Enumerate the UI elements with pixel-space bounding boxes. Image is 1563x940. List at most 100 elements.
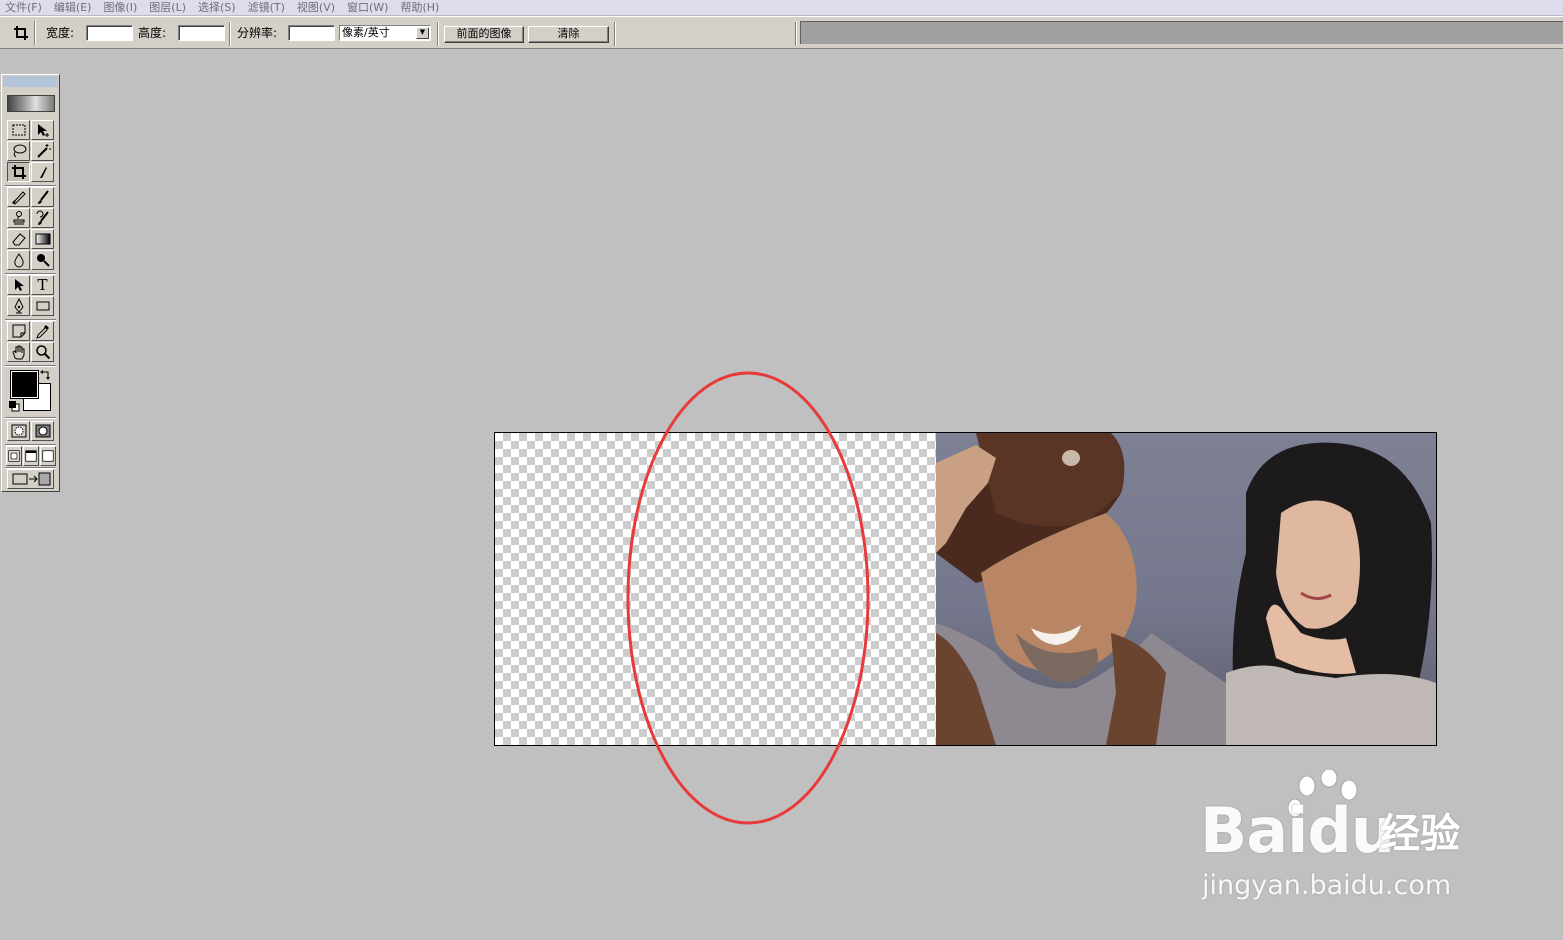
gradient-icon: [35, 233, 50, 245]
quick-mask-icon: [35, 424, 50, 438]
eraser-tool[interactable]: [7, 229, 30, 249]
type-icon: T: [37, 276, 48, 294]
zoom-icon: [35, 345, 50, 360]
foreground-color-swatch[interactable]: [11, 371, 38, 398]
history-brush-icon: [36, 210, 49, 225]
standard-screen-mode[interactable]: [6, 446, 22, 466]
annotation-ellipse: [626, 371, 870, 825]
lasso-icon: [13, 144, 26, 158]
watermark-brand: Baidu: [1200, 800, 1395, 862]
height-field[interactable]: [178, 25, 225, 41]
path-select-icon: [14, 279, 24, 291]
default-colors-icon[interactable]: [8, 400, 20, 412]
portrait-photo: [936, 433, 1436, 745]
toolbox-title-bar[interactable]: [3, 76, 58, 87]
hand-icon: [11, 345, 24, 360]
baidu-jingyan-watermark: Baidu 经验 jingyan.baidu.com: [1190, 770, 1490, 910]
standard-mode-button[interactable]: [7, 421, 30, 441]
path-selection-tool[interactable]: [7, 275, 30, 295]
rectangular-marquee-icon: [12, 124, 25, 136]
rectangular-marquee-tool[interactable]: [7, 120, 30, 140]
dodge-tool[interactable]: [31, 250, 54, 270]
width-field[interactable]: [86, 25, 133, 41]
menu-edit[interactable]: 编辑(E): [49, 1, 99, 15]
full-screen-menu-mode[interactable]: [23, 446, 39, 466]
menu-file[interactable]: 文件(F): [0, 1, 49, 15]
menu-window[interactable]: 窗口(W): [342, 1, 395, 15]
height-label: 高度:: [138, 26, 167, 40]
full-screen-mode[interactable]: [40, 446, 56, 466]
notes-icon: [12, 324, 25, 338]
resolution-unit-select[interactable]: 像素/英寸 ▼: [339, 25, 431, 41]
front-image-button[interactable]: 前面的图像: [444, 26, 524, 43]
chevron-down-icon: ▼: [416, 27, 429, 39]
resolution-unit-value: 像素/英寸: [342, 26, 390, 39]
crop-tool-preset[interactable]: [8, 21, 35, 45]
separator: [795, 22, 797, 46]
menu-filter[interactable]: 滤镜(T): [243, 1, 292, 15]
options-bar: 宽度: 高度: 分辨率: 像素/英寸 ▼ 前面的图像 清除: [0, 16, 1563, 49]
jump-to-imageready-button[interactable]: [7, 469, 54, 489]
crop-icon: [11, 165, 26, 179]
swap-colors-icon[interactable]: [40, 369, 52, 381]
resolution-label: 分辨率:: [237, 26, 278, 40]
slice-icon: [39, 167, 47, 178]
move-tool[interactable]: [31, 120, 54, 140]
eyedropper-icon: [35, 325, 49, 339]
eraser-icon: [11, 233, 26, 246]
blur-tool[interactable]: [7, 250, 30, 270]
standard-mode-icon: [11, 424, 26, 438]
standard-screen-icon: [8, 450, 20, 462]
healing-brush-icon: [11, 191, 26, 205]
pen-tool[interactable]: [7, 296, 30, 316]
slice-tool[interactable]: [31, 162, 54, 182]
menu-select[interactable]: 选择(S): [193, 1, 243, 15]
brush-icon: [37, 190, 49, 204]
toolbox: T: [1, 74, 60, 492]
magic-wand-tool[interactable]: [31, 141, 54, 161]
crop-tool[interactable]: [7, 162, 30, 182]
watermark-url: jingyan.baidu.com: [1202, 870, 1452, 901]
menu-view[interactable]: 视图(V): [292, 1, 342, 15]
notes-tool[interactable]: [7, 321, 30, 341]
palette-well: [800, 21, 1563, 44]
separator: [614, 22, 616, 46]
dodge-icon: [36, 254, 50, 267]
gradient-tool[interactable]: [31, 229, 54, 249]
lasso-tool[interactable]: [7, 141, 30, 161]
watermark-jingyan: 经验: [1380, 811, 1460, 857]
magic-wand-icon: [36, 144, 51, 158]
blur-icon: [13, 253, 24, 268]
menu-help[interactable]: 帮助(H): [395, 1, 446, 15]
menu-image[interactable]: 图像(I): [98, 1, 144, 15]
brush-tool[interactable]: [31, 187, 54, 207]
toolbox-separator: [5, 417, 56, 419]
clear-button[interactable]: 清除: [528, 26, 609, 43]
watermark-brand-bai: Bai: [1200, 794, 1308, 867]
menu-layer[interactable]: 图层(L): [144, 1, 193, 15]
move-icon: [37, 124, 49, 137]
photo-layer: [936, 433, 1436, 745]
separator: [437, 22, 439, 46]
separator: [229, 22, 231, 46]
type-tool[interactable]: T: [31, 275, 54, 295]
quick-mask-button[interactable]: [31, 421, 54, 441]
healing-brush-tool[interactable]: [7, 187, 30, 207]
clone-stamp-icon: [13, 211, 24, 225]
menu-bar: 文件(F) 编辑(E) 图像(I) 图层(L) 选择(S) 滤镜(T) 视图(V…: [0, 0, 1563, 16]
resolution-field[interactable]: [288, 25, 335, 41]
rectangle-shape-tool[interactable]: [31, 296, 54, 316]
width-label: 宽度:: [46, 26, 75, 40]
history-brush-tool[interactable]: [31, 208, 54, 228]
clone-stamp-tool[interactable]: [7, 208, 30, 228]
crop-icon: [14, 26, 28, 40]
full-screen-menu-icon: [25, 450, 37, 462]
rectangle-shape-icon: [36, 301, 49, 311]
app-logo-icon[interactable]: [7, 95, 55, 112]
eyedropper-tool[interactable]: [31, 321, 54, 341]
pen-icon: [13, 298, 24, 314]
zoom-tool[interactable]: [31, 342, 54, 362]
hand-tool[interactable]: [7, 342, 30, 362]
full-screen-icon: [42, 450, 54, 462]
toolbox-separator: [5, 365, 56, 367]
